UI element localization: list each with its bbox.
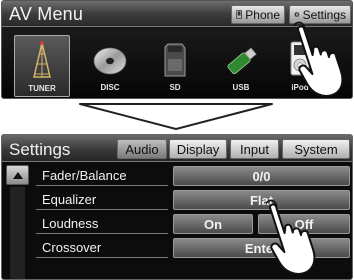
tab-audio[interactable]: Audio [117, 139, 167, 159]
phone-icon [236, 9, 242, 20]
source-sd-label: SD [169, 83, 181, 92]
source-disc[interactable]: DISC [82, 35, 138, 97]
crossover-label: Crossover [42, 240, 102, 255]
phone-button[interactable]: Phone [231, 5, 285, 24]
disc-icon [93, 47, 127, 75]
pointing-hand-icon [294, 21, 344, 97]
loudness-label: Loudness [42, 216, 99, 231]
source-tuner[interactable]: TUNER [14, 35, 70, 97]
fader-balance-label: Fader/Balance [42, 168, 127, 183]
down-arrow-icon [79, 103, 273, 130]
triangle-up-icon [13, 172, 23, 179]
fader-balance-button[interactable]: 0/0 [173, 166, 350, 186]
scrollbar-track[interactable] [10, 187, 25, 279]
source-tuner-label: TUNER [28, 84, 56, 93]
tab-display[interactable]: Display [169, 139, 227, 159]
source-usb-label: USB [232, 83, 250, 92]
tuner-tower-icon [33, 41, 51, 78]
settings-title: Settings [9, 140, 71, 159]
source-usb[interactable]: USB [213, 35, 269, 97]
scroll-up-button[interactable] [6, 165, 29, 185]
sd-card-icon [164, 43, 186, 77]
pointing-hand-icon [266, 199, 316, 275]
usb-drive-icon [227, 47, 257, 75]
setting-row-loudness: Loudness [36, 212, 168, 234]
settings-header: Settings Audio Display Input System [2, 135, 352, 162]
phone-button-label: Phone [245, 7, 280, 22]
setting-row-fader-balance: Fader/Balance [36, 164, 168, 186]
tab-system[interactable]: System [282, 139, 350, 159]
tab-input[interactable]: Input [230, 139, 279, 159]
source-sd[interactable]: SD [147, 35, 203, 97]
equalizer-label: Equalizer [42, 192, 97, 207]
source-disc-label: DISC [100, 83, 120, 92]
loudness-on-button[interactable]: On [173, 214, 253, 234]
setting-row-crossover: Crossover [36, 236, 168, 258]
setting-row-equalizer: Equalizer [36, 188, 168, 210]
av-menu-title: AV Menu [9, 4, 84, 24]
